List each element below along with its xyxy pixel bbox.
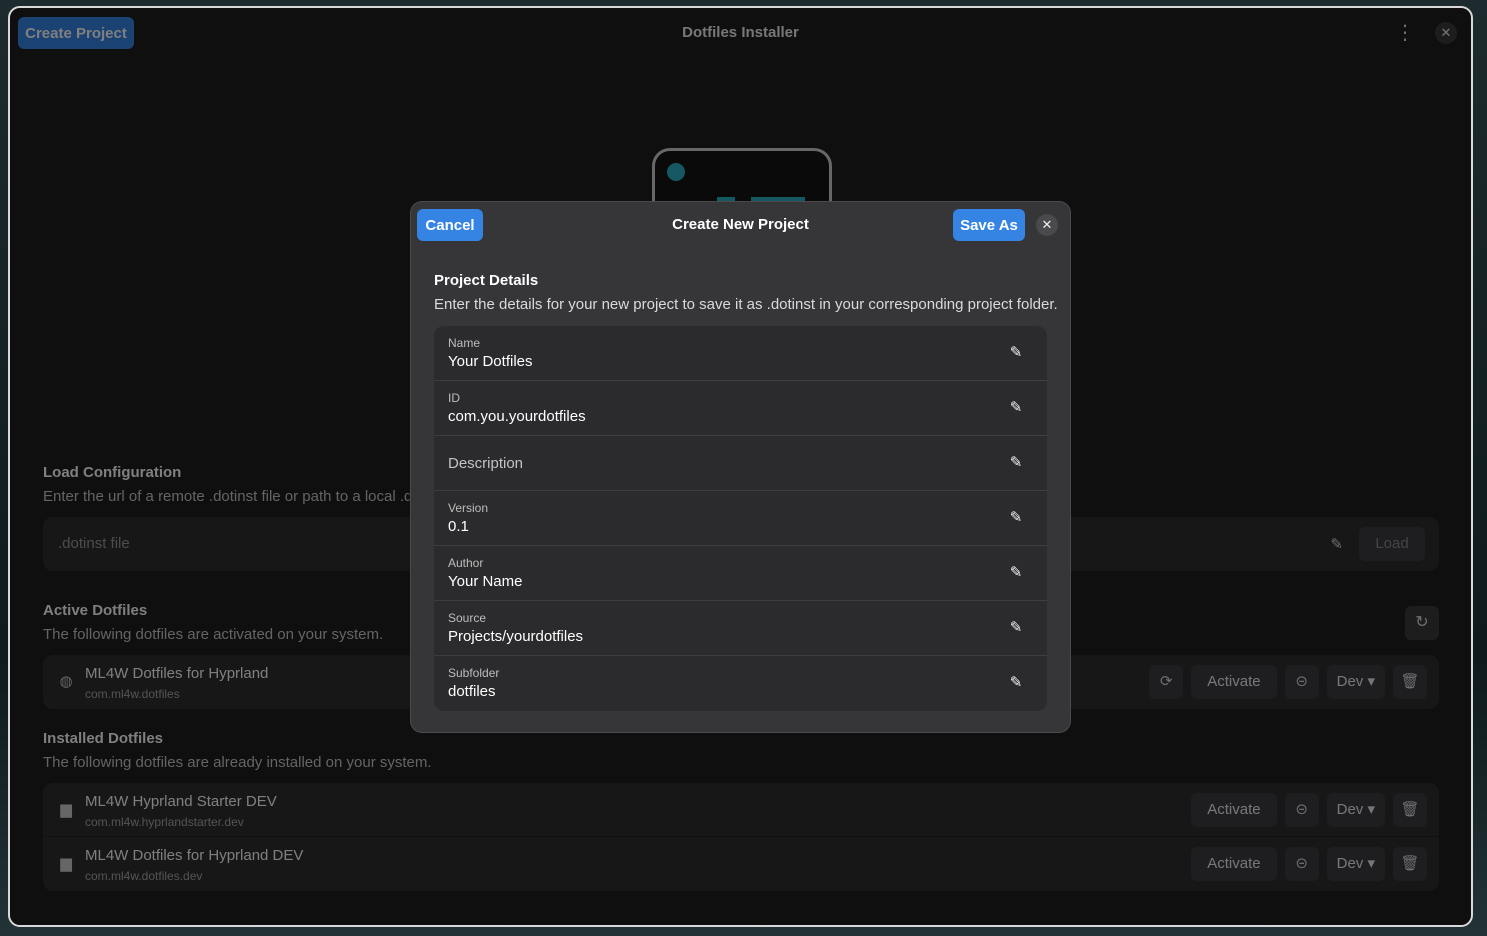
field-label: ID (448, 391, 460, 405)
project-fields: Name Your Dotfiles ✎ ID com.you.yourdotf… (434, 326, 1047, 711)
field-value[interactable]: Your Name (448, 573, 523, 590)
pencil-icon[interactable]: ✎ (1007, 564, 1025, 582)
field-label: Source (448, 611, 487, 625)
pencil-icon[interactable]: ✎ (1007, 399, 1025, 417)
save-as-button[interactable]: Save As (953, 209, 1025, 241)
create-project-dialog: Cancel Create New Project Save As ✕ Proj… (410, 201, 1071, 733)
pencil-icon[interactable]: ✎ (1007, 454, 1025, 472)
pencil-icon[interactable]: ✎ (1007, 509, 1025, 527)
author-field[interactable]: Author Your Name ✎ (434, 546, 1047, 601)
source-field[interactable]: Source Projects/yourdotfiles ✎ (434, 601, 1047, 656)
field-value[interactable]: 0.1 (448, 518, 469, 535)
pencil-icon[interactable]: ✎ (1007, 344, 1025, 362)
field-label: Name (448, 336, 481, 350)
field-value[interactable]: com.you.yourdotfiles (448, 408, 586, 425)
pencil-icon[interactable]: ✎ (1007, 674, 1025, 692)
name-field[interactable]: Name Your Dotfiles ✎ (434, 326, 1047, 381)
pencil-icon[interactable]: ✎ (1007, 619, 1025, 637)
description-field[interactable]: Description ✎ (434, 436, 1047, 491)
field-value[interactable]: dotfiles (448, 683, 496, 700)
field-label: Subfolder (448, 666, 500, 680)
dialog-close-icon[interactable]: ✕ (1036, 214, 1058, 236)
field-value[interactable]: Your Dotfiles (448, 353, 533, 370)
project-details-heading: Project Details (434, 272, 539, 289)
field-label: Author (448, 556, 484, 570)
subfolder-field[interactable]: Subfolder dotfiles ✎ (434, 656, 1047, 711)
project-details-description: Enter the details for your new project t… (434, 296, 1058, 313)
field-value[interactable]: Projects/yourdotfiles (448, 628, 583, 645)
id-field[interactable]: ID com.you.yourdotfiles ✎ (434, 381, 1047, 436)
version-field[interactable]: Version 0.1 ✎ (434, 491, 1047, 546)
field-label: Version (448, 501, 489, 515)
field-placeholder[interactable]: Description (448, 455, 523, 472)
